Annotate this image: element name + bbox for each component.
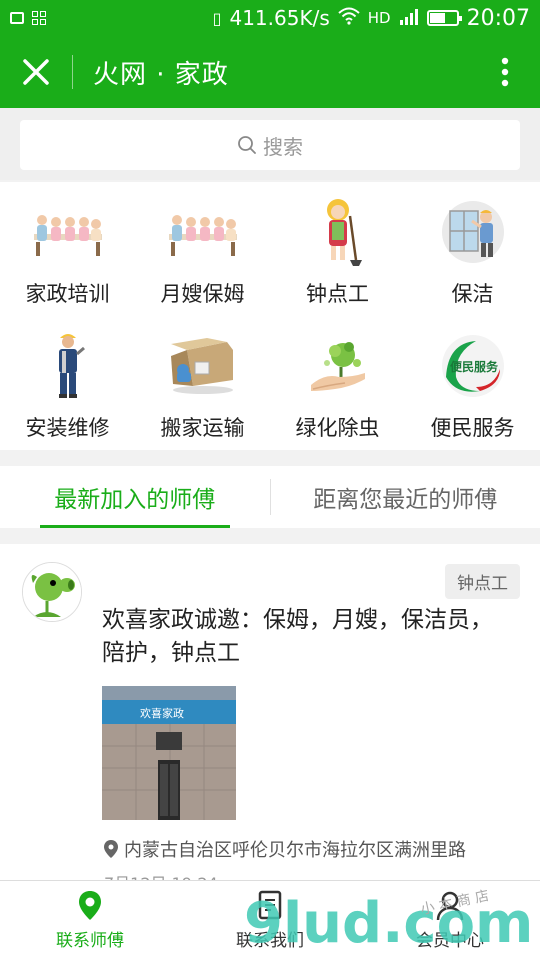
bottom-nav-label: 联系师傅	[56, 931, 124, 951]
category-label: 钟点工	[306, 282, 369, 306]
location-pin-icon	[79, 891, 101, 920]
tab-newest[interactable]: 最新加入的师傅	[0, 466, 270, 528]
bottom-nav-label: 联系我们	[236, 931, 304, 951]
image-notification-icon	[10, 12, 24, 24]
status-bar: ▯ 411.65K/s HD 20:07	[0, 0, 540, 36]
category-label: 月嫂保姆	[160, 282, 245, 306]
category-label: 便民服务	[430, 416, 515, 440]
peashooter-avatar	[23, 563, 81, 621]
tab-label: 最新加入的师傅	[54, 487, 216, 513]
card-title[interactable]: 欢喜家政诚邀：保姆，月嫂，保洁员，陪护，钟点工	[102, 604, 502, 670]
category-convenience[interactable]: 便民服务 便民服务	[405, 330, 540, 456]
category-repair[interactable]: 安装维修	[0, 330, 135, 456]
category-nanny[interactable]: 月嫂保姆	[135, 196, 270, 330]
category-label: 绿化除虫	[295, 416, 380, 440]
nav-contact-us[interactable]: 联系我们	[180, 881, 360, 960]
address-text: 内蒙古自治区呼伦贝尔市海拉尔区满洲里路	[124, 840, 466, 861]
nav-bar: 火网 · 家政	[0, 36, 540, 108]
shop-photo[interactable]: 欢喜家政	[102, 686, 236, 820]
tab-bar: 最新加入的师傅 距离您最近的师傅	[0, 466, 540, 528]
tab-label: 距离您最近的师傅	[313, 487, 498, 513]
window-cleaning-icon	[437, 196, 509, 268]
more-vertical-icon[interactable]	[470, 36, 540, 108]
category-label: 安装维修	[25, 416, 110, 440]
address: 内蒙古自治区呼伦贝尔市海拉尔区满洲里路	[104, 836, 466, 862]
shop-sign-text: 欢喜家政	[140, 706, 184, 720]
app-notification-icon	[32, 11, 46, 25]
document-icon	[258, 890, 282, 920]
category-moving[interactable]: 搬家运输	[135, 330, 270, 456]
wifi-icon	[338, 6, 360, 30]
nav-divider	[72, 55, 73, 89]
nanny-group-icon	[167, 196, 239, 268]
worker-card[interactable]: 钟点工 欢喜家政诚邀：保姆，月嫂，保洁员，陪护，钟点工 欢喜家政 内蒙古自治区呼…	[0, 544, 540, 893]
search-placeholder: 搜索	[263, 134, 303, 159]
category-greening[interactable]: 绿化除虫	[270, 330, 405, 456]
logo-text: 便民服务	[449, 359, 498, 374]
category-badge: 钟点工	[445, 564, 520, 599]
training-group-icon	[32, 196, 104, 268]
community-service-logo: 便民服务	[437, 330, 509, 402]
moving-truck-icon	[167, 330, 239, 402]
clock: 20:07	[466, 5, 530, 31]
plant-in-hand-icon	[302, 330, 374, 402]
category-label: 保洁	[451, 282, 494, 306]
network-type: HD	[367, 9, 391, 27]
category-cleaning[interactable]: 保洁	[405, 196, 540, 330]
cleaner-woman-icon	[302, 196, 374, 268]
category-training[interactable]: 家政培训	[0, 196, 135, 330]
category-grid: 家政培训 月嫂保姆 钟点工 保洁 安装维修 搬家运输 绿化除虫 便民服务 便民服…	[0, 182, 540, 450]
battery-fill	[429, 13, 445, 23]
network-speed: 411.65K/s	[229, 6, 330, 30]
nav-contact-worker[interactable]: 联系师傅	[0, 881, 180, 960]
search-icon	[238, 136, 256, 154]
bottom-nav-label: 会员中心	[416, 931, 484, 951]
location-icon	[104, 840, 118, 858]
category-label: 搬家运输	[160, 416, 245, 440]
avatar[interactable]	[22, 562, 82, 622]
search-input[interactable]: 搜索	[20, 120, 520, 170]
close-icon[interactable]	[0, 36, 72, 108]
tab-nearest[interactable]: 距离您最近的师傅	[271, 466, 540, 528]
battery-icon	[426, 10, 462, 26]
category-label: 家政培训	[25, 282, 110, 306]
repairman-icon	[32, 330, 104, 402]
signal-icon	[399, 6, 419, 30]
search-area: 搜索	[0, 108, 540, 180]
page-title: 火网 · 家政	[93, 59, 229, 90]
vibrate-icon: ▯	[212, 8, 222, 28]
category-hourly[interactable]: 钟点工	[270, 196, 405, 330]
